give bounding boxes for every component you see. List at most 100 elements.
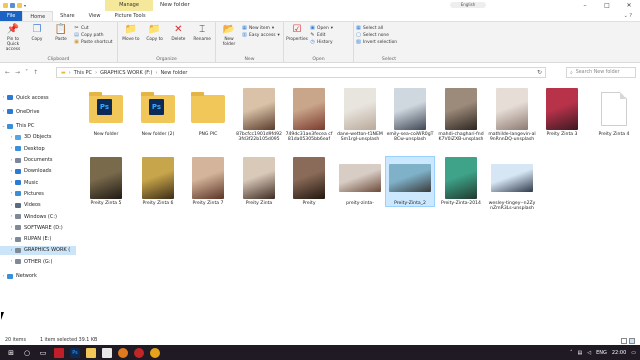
chevron-icon[interactable]: › — [8, 135, 15, 140]
file-tile[interactable]: Preity Zinta 6 — [134, 157, 182, 206]
minimize-button[interactable]: – — [574, 0, 596, 11]
volume-icon[interactable]: ◁ — [587, 350, 591, 356]
app-icon[interactable] — [134, 347, 144, 358]
new-folder-icon[interactable] — [17, 3, 22, 8]
chevron-up-icon[interactable]: ˄ — [570, 350, 573, 356]
chevron-icon[interactable]: › — [8, 146, 15, 151]
manage-contextual-tab[interactable]: Manage — [105, 0, 153, 11]
sidebar-item[interactable]: › OTHER (G:) — [0, 257, 76, 266]
tab-home[interactable]: Home — [22, 11, 54, 21]
windows-start-icon[interactable]: ⊞ — [6, 348, 16, 358]
file-tile[interactable]: PNG PIC — [184, 88, 232, 137]
chevron-icon[interactable]: › — [0, 109, 7, 114]
forward-arrow-icon[interactable]: → — [15, 69, 20, 76]
language[interactable]: ENG — [596, 350, 607, 356]
refresh-icon[interactable]: ↻ — [537, 68, 542, 78]
file-tile[interactable]: 87bcfcc1901d9fd923fd3f22b105d095 — [235, 88, 283, 143]
chevron-down-icon[interactable]: ⌄ ? — [624, 11, 632, 21]
file-tile[interactable]: dane-wetton-t1NEMSm1rgI-unsplash — [336, 88, 384, 143]
sidebar-item[interactable]: › Documents — [0, 156, 76, 165]
file-tile[interactable]: Preity-Zinta_2 — [385, 155, 435, 208]
up-arrow-icon[interactable]: ↑ — [33, 69, 38, 76]
chevron-icon[interactable]: ⌄ — [0, 124, 7, 129]
sidebar-item[interactable]: › Desktop — [0, 144, 76, 153]
chevron-icon[interactable]: › — [8, 180, 15, 185]
file-tile[interactable]: Preity Zinta 4 — [590, 88, 638, 137]
app-icon[interactable] — [54, 347, 64, 358]
notifications-icon[interactable]: ▭ — [631, 350, 636, 356]
photoshop-icon[interactable]: Ps — [70, 347, 80, 358]
file-tile[interactable]: Preity Zinta — [235, 157, 283, 206]
search-input[interactable]: ⌕ Search New folder — [566, 67, 636, 78]
cut-button[interactable]: ✂ Cut — [74, 25, 112, 31]
tab-share[interactable]: Share — [53, 11, 81, 21]
address-bar[interactable]: ▬ › This PC › GRAPHICS WORK (F:) › New f… — [56, 67, 546, 78]
history-button[interactable]: ◷ History — [310, 39, 333, 45]
file-tile[interactable]: Ps New folder (2) — [134, 88, 182, 137]
chevron-icon[interactable]: › — [8, 191, 15, 196]
properties-icon[interactable] — [10, 3, 15, 8]
sidebar-item[interactable]: › Windows (C:) — [0, 212, 76, 221]
large-icons-view-icon[interactable] — [629, 337, 635, 344]
sidebar-item[interactable]: › GRAPHICS WORK ( — [0, 245, 76, 255]
chrome-icon[interactable] — [150, 347, 160, 358]
file-tile[interactable]: Preity-Zinta-2014 — [437, 157, 485, 206]
edit-button[interactable]: ✎ Edit — [310, 32, 333, 38]
file-tile[interactable]: Preity Zinta 7 — [184, 157, 232, 206]
file-tile[interactable]: Preity — [285, 157, 333, 206]
sidebar-item[interactable]: › 3D Objects — [0, 133, 76, 142]
sidebar-item[interactable]: › Pictures — [0, 189, 76, 198]
chevron-icon[interactable]: › — [8, 225, 15, 230]
breadcrumb-this-pc[interactable]: This PC — [74, 70, 92, 76]
clock[interactable]: 22:00 — [612, 350, 626, 356]
sidebar-item[interactable]: ⌄ This PC — [0, 122, 76, 131]
file-tile[interactable]: 749dc31ae3fecea cf81da05305bb6eaf — [285, 88, 333, 143]
file-tile[interactable]: Ps New folder — [82, 88, 130, 137]
sidebar-item[interactable]: › RUPAN (E:) — [0, 235, 76, 244]
chevron-icon[interactable]: › — [8, 203, 15, 208]
chevron-icon[interactable]: › — [8, 259, 15, 264]
task-view-icon[interactable]: ▭ — [38, 348, 48, 358]
file-tile[interactable]: mathilde-langevin-al9nRnnDQ-unsplash — [488, 88, 536, 143]
firefox-icon[interactable] — [118, 347, 128, 358]
breadcrumb-drive[interactable]: GRAPHICS WORK (F:) — [100, 70, 152, 76]
chevron-icon[interactable]: › — [0, 95, 7, 100]
file-tile[interactable]: Preity Zinta 3 — [538, 88, 586, 137]
maximize-button[interactable]: □ — [596, 0, 618, 11]
sidebar-item[interactable]: › Network — [0, 272, 76, 281]
tab-file[interactable]: File — [0, 11, 23, 21]
paste-shortcut-button[interactable]: ▣ Paste shortcut — [74, 39, 112, 45]
chevron-icon[interactable]: › — [8, 248, 15, 253]
sidebar-item[interactable]: › Quick access — [0, 93, 76, 102]
recent-chevron-icon[interactable]: ˅ — [25, 69, 28, 76]
chevron-icon[interactable]: › — [8, 169, 15, 174]
file-tile[interactable]: wesley-tingey--n2ZynZmR3Ls-unsplash — [488, 157, 536, 212]
details-view-icon[interactable] — [621, 337, 627, 344]
sidebar-item[interactable]: › Downloads — [0, 167, 76, 176]
search-icon[interactable]: ○ — [22, 348, 32, 358]
open-button[interactable]: ▣ Open ▾ — [310, 25, 333, 31]
select-all-button[interactable]: ▦ Select all — [356, 25, 397, 31]
chevron-icon[interactable]: › — [8, 158, 15, 163]
file-explorer-icon[interactable] — [86, 347, 96, 358]
tab-view[interactable]: View — [82, 11, 108, 21]
dropdown-icon[interactable]: ▾ — [24, 3, 29, 8]
file-tile[interactable]: preity-zinta- — [336, 157, 384, 206]
sidebar-item[interactable]: › OneDrive — [0, 107, 76, 116]
chevron-icon[interactable]: › — [8, 214, 15, 219]
folder-icon[interactable] — [3, 3, 8, 8]
invert-selection-button[interactable]: ▧ Invert selection — [356, 39, 397, 45]
network-icon[interactable]: ▤ — [577, 350, 582, 356]
select-none-button[interactable]: ▢ Select none — [356, 32, 397, 38]
chevron-icon[interactable]: › — [0, 274, 7, 279]
easy-access-button[interactable]: ▥ Easy access ▾ — [242, 32, 280, 38]
app-icon[interactable] — [102, 347, 112, 358]
sidebar-item[interactable]: › Videos — [0, 201, 76, 210]
tab-picture-tools[interactable]: Picture Tools — [107, 11, 152, 21]
file-tile[interactable]: Preity Zinta 5 — [82, 157, 130, 206]
sidebar-item[interactable]: › SOFTWARE (D:) — [0, 223, 76, 232]
new-item-button[interactable]: ▦ New item ▾ — [242, 25, 280, 31]
close-button[interactable]: ✕ — [618, 0, 640, 11]
sidebar-item[interactable]: › Music — [0, 178, 76, 187]
file-tile[interactable]: mahdi-chaghari-fndK7V0iZXB-unsplash — [437, 88, 485, 143]
